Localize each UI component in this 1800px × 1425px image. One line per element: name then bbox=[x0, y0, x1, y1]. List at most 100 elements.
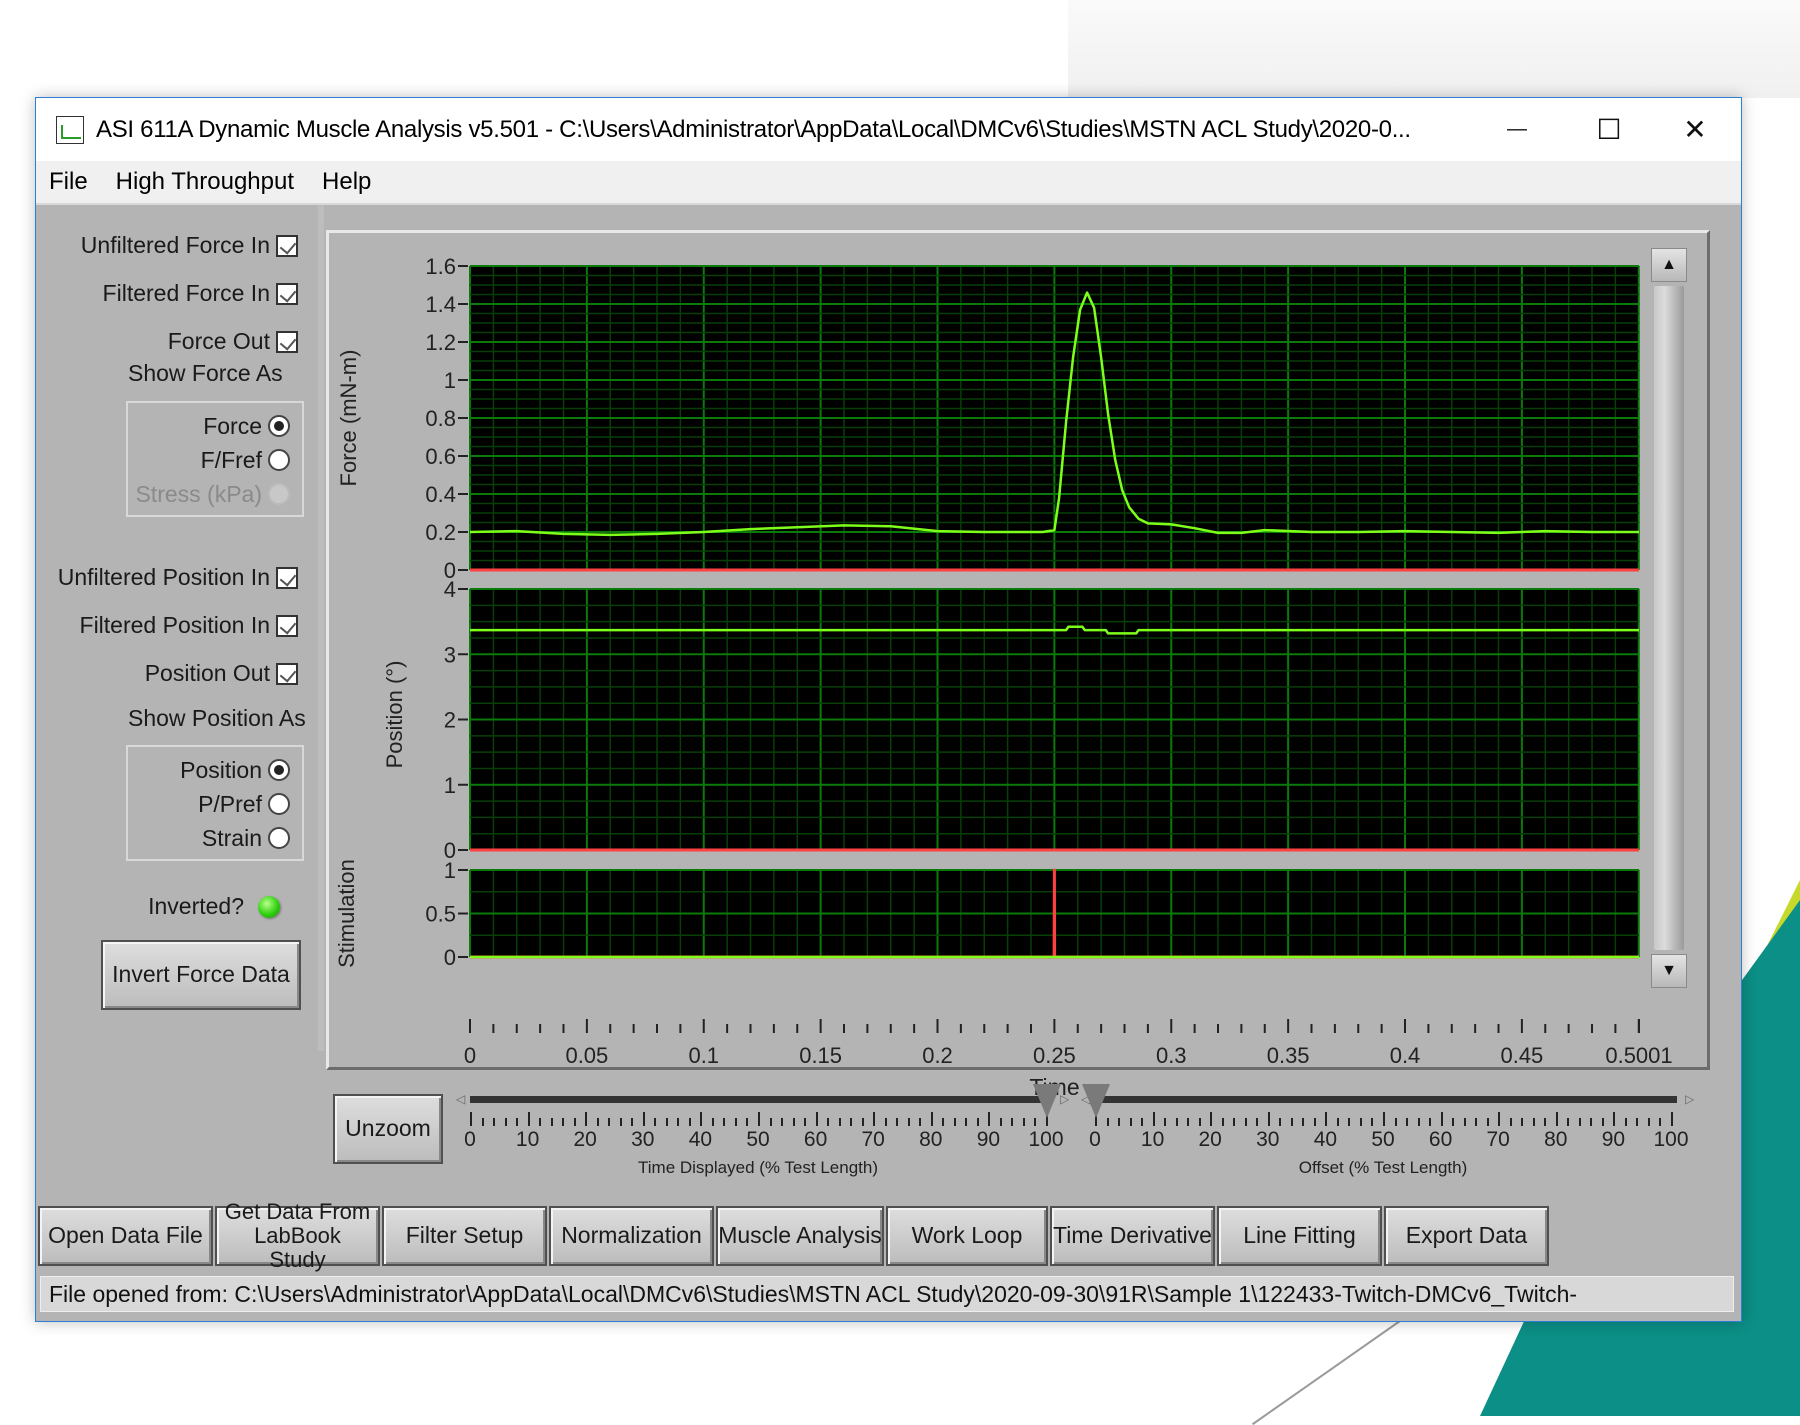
toolbar-button-normalization[interactable]: Normalization bbox=[549, 1206, 714, 1266]
slider-tick-label: 20 bbox=[573, 1128, 597, 1151]
slider-tick bbox=[1279, 1118, 1282, 1126]
x-tick-label: 0 bbox=[464, 1043, 476, 1068]
slider-tick-label: 0 bbox=[464, 1128, 476, 1151]
slider-tick bbox=[873, 1112, 876, 1126]
slider-tick-label: 40 bbox=[1313, 1128, 1338, 1151]
graph-scrollbar[interactable]: ▲ ▼ bbox=[1651, 248, 1687, 988]
slider-tick bbox=[1359, 1118, 1362, 1126]
slider-tick bbox=[1521, 1118, 1524, 1126]
slider-tick bbox=[942, 1118, 945, 1126]
slider-tick bbox=[1486, 1118, 1489, 1126]
slider-tick bbox=[930, 1112, 933, 1126]
slider-tick bbox=[677, 1118, 680, 1126]
x-tick-label: 0.2 bbox=[922, 1043, 953, 1068]
slider-tick bbox=[769, 1118, 772, 1126]
offset-slider[interactable]: ◁ ▷ 0 10 20 30 40 50 60 70 80 90 100 Offset (% Test L… bbox=[1081, 1078, 1731, 1178]
slider-tick bbox=[665, 1118, 668, 1126]
slider-tick bbox=[481, 1118, 484, 1126]
slider-tick bbox=[1290, 1118, 1293, 1126]
y-tick-label: 0.8 bbox=[425, 406, 456, 431]
slider-tick bbox=[562, 1118, 565, 1126]
toolbar-button-get-data-from-labbook-study[interactable]: Get Data From LabBook Study bbox=[215, 1199, 380, 1272]
y-tick-label: 4 bbox=[444, 577, 456, 602]
app-window: ASI 611A Dynamic Muscle Analysis v5.501 … bbox=[35, 97, 1742, 1322]
y-tick-label: 1 bbox=[444, 773, 456, 798]
waveform-graphs: 0 0.2 0.4 0.6 0.8 1 1.2 1.4 1.6 Force (mN-m) 0 1 2 3 4… bbox=[334, 254, 1673, 1098]
slider-tick bbox=[1452, 1118, 1455, 1126]
slider-tick bbox=[1624, 1118, 1627, 1126]
slider-tick-label: 10 bbox=[515, 1128, 540, 1151]
slider-tick-label: 30 bbox=[631, 1128, 655, 1151]
slider-tick bbox=[1152, 1112, 1155, 1126]
slider-tick bbox=[999, 1118, 1002, 1126]
slider-tick bbox=[1544, 1118, 1547, 1126]
scroll-thumb[interactable] bbox=[1654, 286, 1684, 950]
toolbar-button-line-fitting[interactable]: Line Fitting bbox=[1217, 1206, 1382, 1266]
slider-tick bbox=[642, 1112, 645, 1126]
slider-tick bbox=[1244, 1118, 1247, 1126]
time-displayed-slider-thumb[interactable] bbox=[1033, 1084, 1061, 1118]
y-tick-label: 2 bbox=[444, 708, 456, 733]
slider-tick bbox=[527, 1112, 530, 1126]
y-tick-label: 1.6 bbox=[425, 254, 456, 279]
toolbar-button-work-loop[interactable]: Work Loop bbox=[886, 1206, 1048, 1266]
slider-tick bbox=[734, 1118, 737, 1126]
slider-tick bbox=[746, 1118, 749, 1126]
arrow-down-icon: ▼ bbox=[1661, 962, 1677, 979]
y-tick-label: 1.4 bbox=[425, 292, 456, 317]
slider-tick bbox=[1659, 1118, 1662, 1126]
x-tick-label: 0.5001 bbox=[1605, 1043, 1672, 1068]
slider-tick bbox=[608, 1118, 611, 1126]
slider-tick bbox=[493, 1118, 496, 1126]
slider-tick bbox=[804, 1118, 807, 1126]
slider-tick bbox=[1210, 1112, 1213, 1126]
y-tick-label: 0.2 bbox=[425, 520, 456, 545]
slider-tick bbox=[619, 1118, 622, 1126]
x-tick-label: 0.15 bbox=[799, 1043, 842, 1068]
slider-tick-label: 90 bbox=[1601, 1128, 1626, 1151]
slider-tick-label: 50 bbox=[1371, 1128, 1395, 1151]
slider-tick bbox=[953, 1118, 956, 1126]
slider-right-arrow-icon[interactable]: ▷ bbox=[1060, 1092, 1069, 1106]
slider-tick bbox=[827, 1118, 830, 1126]
y-tick-label: 0.4 bbox=[425, 482, 456, 507]
slider-tick bbox=[1647, 1118, 1650, 1126]
slider-left-arrow-icon[interactable]: ◁ bbox=[456, 1092, 465, 1106]
toolbar-button-open-data-file[interactable]: Open Data File bbox=[38, 1206, 213, 1266]
slider-tick bbox=[907, 1118, 910, 1126]
slider-tick bbox=[1267, 1112, 1270, 1126]
time-displayed-slider-track[interactable] bbox=[470, 1096, 1052, 1103]
toolbar-button-filter-setup[interactable]: Filter Setup bbox=[382, 1206, 547, 1266]
slider-tick bbox=[838, 1118, 841, 1126]
slider-tick bbox=[850, 1118, 853, 1126]
y-tick-label: 3 bbox=[444, 642, 456, 667]
y-axis-label: Force (mN-m) bbox=[336, 350, 361, 487]
time-displayed-slider[interactable]: ◁ ▷ 0 10 20 30 40 50 60 70 80 90 100 Time Displayed (… bbox=[456, 1078, 1106, 1178]
slider-tick bbox=[861, 1118, 864, 1126]
slider-right-arrow-icon[interactable]: ▷ bbox=[1685, 1092, 1694, 1106]
slider-tick bbox=[1440, 1112, 1443, 1126]
unzoom-button[interactable]: Unzoom bbox=[333, 1094, 443, 1164]
slider-tick bbox=[723, 1118, 726, 1126]
toolbar-button-muscle-analysis[interactable]: Muscle Analysis bbox=[716, 1206, 884, 1266]
slider-tick-label: 100 bbox=[1028, 1128, 1064, 1151]
slider-tick bbox=[1175, 1118, 1178, 1126]
slider-tick bbox=[470, 1112, 472, 1126]
slider-tick bbox=[1256, 1118, 1259, 1126]
scroll-down-button[interactable]: ▼ bbox=[1651, 954, 1687, 988]
slider-tick-label: 60 bbox=[803, 1128, 828, 1151]
toolbar-button-time-derivative[interactable]: Time Derivative bbox=[1050, 1206, 1215, 1266]
slider-tick bbox=[884, 1118, 887, 1126]
toolbar-button-export-data[interactable]: Export Data bbox=[1384, 1206, 1549, 1266]
slider-tick bbox=[1475, 1118, 1478, 1126]
slider-tick bbox=[1118, 1118, 1121, 1126]
slider-tick bbox=[1601, 1118, 1604, 1126]
offset-slider-track[interactable] bbox=[1095, 1096, 1677, 1103]
slider-tick bbox=[1636, 1118, 1639, 1126]
scroll-up-button[interactable]: ▲ bbox=[1651, 248, 1687, 282]
slider-tick bbox=[1164, 1118, 1167, 1126]
slider-tick bbox=[596, 1118, 599, 1126]
slider-tick bbox=[654, 1118, 657, 1126]
slider-tick-label: 80 bbox=[919, 1128, 943, 1151]
offset-slider-thumb[interactable] bbox=[1082, 1084, 1110, 1118]
